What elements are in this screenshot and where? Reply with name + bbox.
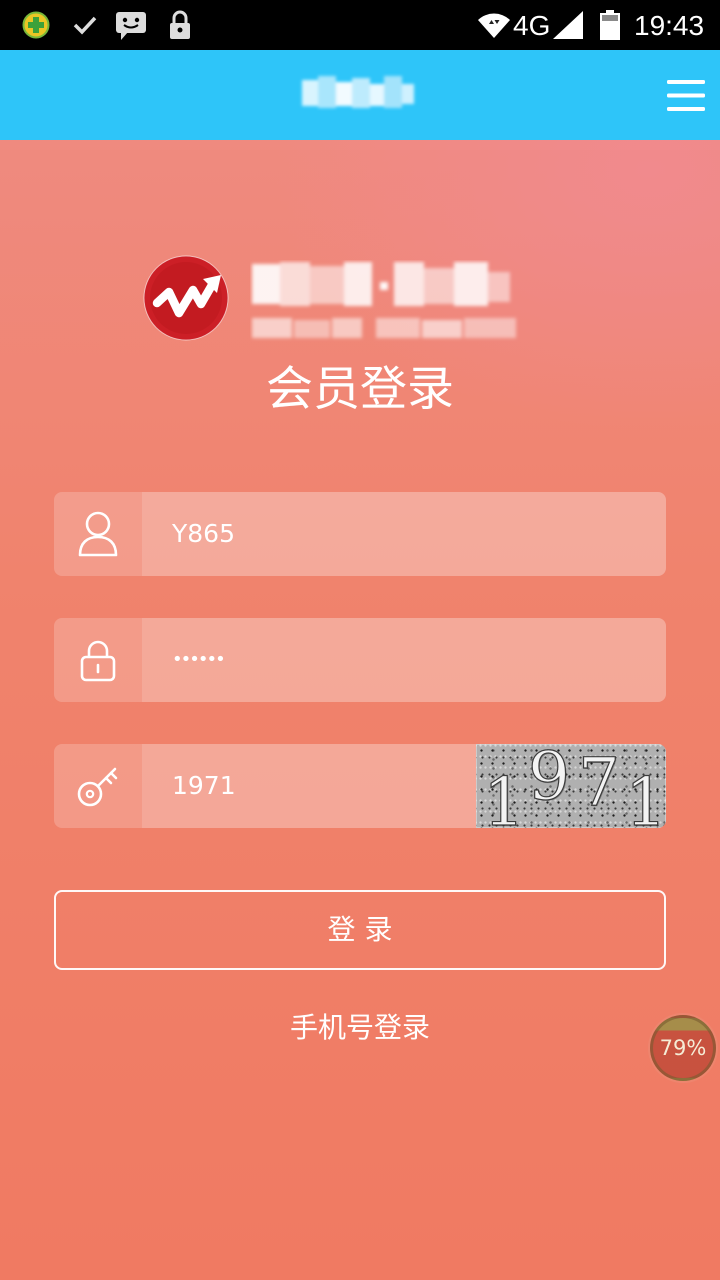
captcha-digit: 1 [482, 764, 525, 828]
signal-icon [553, 11, 583, 39]
memory-float-widget[interactable]: 79% [650, 1015, 716, 1081]
password-icon-cell [54, 618, 142, 702]
captcha-icon-cell [54, 744, 142, 828]
user-icon [78, 511, 118, 557]
menu-button[interactable] [660, 72, 712, 118]
username-field[interactable]: Y865 [54, 492, 666, 576]
captcha-digit: 1 [624, 764, 666, 828]
lock-icon [170, 10, 190, 39]
alt-login-row: 手机号登录 [0, 1008, 720, 1048]
status-bar: 4G 19:43 [0, 0, 720, 50]
login-page: 会员登录 Y865 •••••• 1971 1 9 7 1 登 录 手机号登录 … [0, 140, 720, 1280]
username-value[interactable]: Y865 [172, 492, 235, 576]
captcha-digit: 7 [577, 744, 620, 821]
username-input[interactable]: Y865 [142, 492, 666, 576]
password-value[interactable]: •••••• [172, 618, 226, 702]
captcha-image[interactable]: 1 9 7 1 [476, 744, 666, 828]
lock-icon [80, 640, 116, 682]
battery-icon [600, 10, 620, 40]
captcha-digit: 9 [527, 744, 570, 815]
memory-percent-label: 79% [659, 1036, 707, 1060]
password-input[interactable]: •••••• [142, 618, 666, 702]
username-icon-cell [54, 492, 142, 576]
captcha-value[interactable]: 1971 [172, 744, 236, 828]
wifi-icon [478, 13, 510, 38]
captcha-input[interactable]: 1971 [142, 744, 476, 828]
header [0, 50, 720, 140]
brand-logo-icon [143, 255, 229, 341]
check-icon [73, 16, 97, 35]
app-notification-icon [22, 11, 50, 39]
login-title: 会员登录 [266, 362, 454, 417]
message-icon [116, 12, 146, 40]
clock: 19:43 [634, 10, 705, 41]
network-type: 4G [513, 10, 551, 41]
password-field[interactable]: •••••• [54, 618, 666, 702]
hamburger-menu-icon [667, 80, 705, 111]
phone-login-link[interactable]: 手机号登录 [290, 1008, 430, 1048]
key-icon [77, 767, 118, 807]
brand-name-blurred [252, 262, 516, 338]
captcha-field[interactable]: 1971 1 9 7 1 [54, 744, 666, 828]
page-title-blurred [302, 76, 414, 108]
login-button[interactable]: 登 录 [54, 890, 666, 970]
